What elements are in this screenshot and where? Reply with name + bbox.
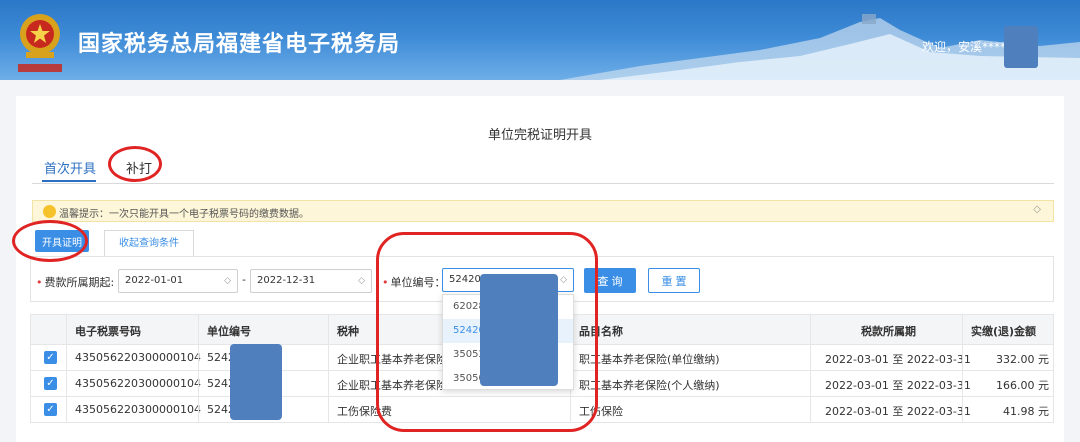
checkbox-checked-icon[interactable]: ✓ bbox=[44, 377, 57, 390]
checkbox-checked-icon[interactable]: ✓ bbox=[44, 351, 57, 364]
collapse-icon[interactable]: ◇ bbox=[1033, 204, 1041, 215]
calendar-icon: ◇ bbox=[358, 276, 365, 286]
date-separator: - bbox=[242, 273, 246, 286]
checkbox-checked-icon[interactable]: ✓ bbox=[44, 403, 57, 416]
item-cell: 职工基本养老保险(单位缴纳) bbox=[579, 353, 720, 366]
welcome-text: 欢迎，安溪**** bbox=[922, 40, 1007, 54]
ticket-cell: 435056220300000104 bbox=[75, 351, 201, 364]
amount-cell: 332.00 元 bbox=[996, 353, 1049, 366]
period-cell: 2022-03-01 至 2022-03-31 bbox=[825, 379, 971, 392]
page-title: 单位完税证明开具 bbox=[487, 128, 592, 143]
column-header: 税种 bbox=[337, 325, 359, 338]
highlight-box-unit bbox=[376, 232, 598, 432]
ticket-cell: 435056220300000104 bbox=[75, 377, 201, 390]
lightbulb-icon bbox=[43, 205, 56, 218]
period-cell: 2022-03-01 至 2022-03-31 bbox=[825, 405, 971, 418]
tab-divider bbox=[32, 183, 1054, 184]
ticket-cell: 435056220300000104 bbox=[75, 403, 201, 416]
column-header: 电子税票号码 bbox=[75, 325, 141, 338]
tax-emblem-icon bbox=[18, 14, 62, 72]
start-date-input[interactable]: 2022-01-01 ◇ bbox=[118, 269, 238, 293]
notice-bar: 温馨提示：一次只能开具一个电子税票号码的缴费数据。 ◇ bbox=[32, 200, 1054, 222]
site-title: 国家税务总局福建省电子税务局 bbox=[78, 32, 401, 57]
column-divider bbox=[810, 314, 811, 423]
tab-first-issue[interactable]: 首次开具 bbox=[44, 158, 96, 177]
reset-button[interactable]: 重 置 bbox=[648, 268, 700, 293]
notice-text: 温馨提示：一次只能开具一个电子税票号码的缴费数据。 bbox=[59, 209, 309, 220]
main-panel: 单位完税证明开具 首次开具 补打 温馨提示：一次只能开具一个电子税票号码的缴费数… bbox=[12, 96, 1064, 442]
highlight-circle-reprint bbox=[108, 146, 162, 182]
period-cell: 2022-03-01 至 2022-03-31 bbox=[825, 353, 971, 366]
column-header: 实缴(退)金额 bbox=[971, 325, 1037, 338]
amount-cell: 166.00 元 bbox=[996, 379, 1049, 392]
column-header: 税款所属期 bbox=[861, 325, 916, 338]
redaction-block bbox=[230, 344, 282, 420]
app-header: 国家税务总局福建省电子税务局 欢迎，安溪**** bbox=[0, 0, 1080, 80]
collapse-query-tab[interactable]: 收起查询条件 bbox=[104, 230, 194, 257]
period-label: • 费款所属期起: bbox=[36, 276, 115, 289]
end-date-input[interactable]: 2022-12-31 ◇ bbox=[250, 269, 372, 293]
calendar-icon: ◇ bbox=[224, 276, 231, 286]
item-cell: 职工基本养老保险(个人缴纳) bbox=[579, 379, 720, 392]
active-tab-indicator bbox=[42, 180, 96, 182]
column-divider bbox=[962, 314, 963, 423]
column-divider bbox=[66, 314, 67, 423]
amount-cell: 41.98 元 bbox=[1003, 405, 1049, 418]
redaction-block bbox=[1004, 26, 1038, 68]
column-header: 单位编号 bbox=[207, 325, 251, 338]
column-divider bbox=[328, 314, 329, 423]
highlight-circle-issue bbox=[12, 220, 88, 262]
column-divider bbox=[198, 314, 199, 423]
